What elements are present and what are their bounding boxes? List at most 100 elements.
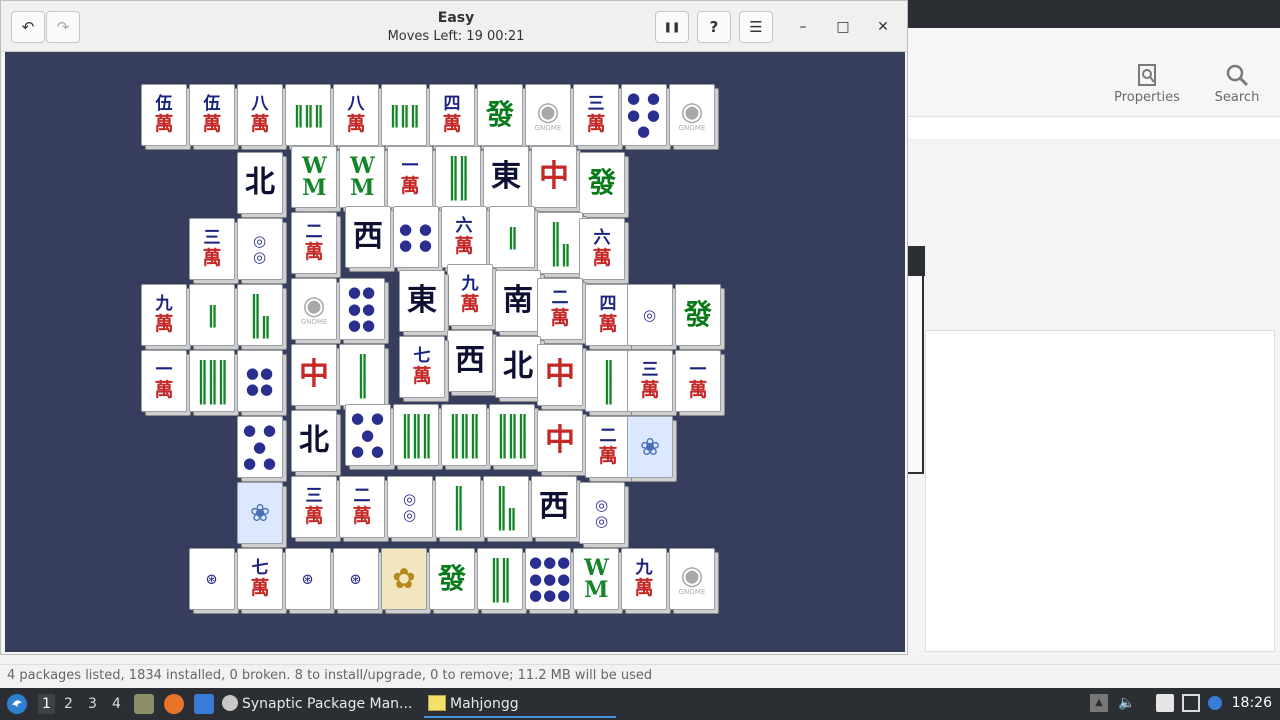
- workspace-1[interactable]: 1: [38, 694, 55, 714]
- tile-red[interactable]: 中: [291, 344, 343, 412]
- tile-wan[interactable]: 九萬: [141, 284, 193, 352]
- tile-dot[interactable]: ●● ●● ●●: [339, 278, 391, 346]
- tile-dot[interactable]: ◎ ◎: [237, 218, 289, 286]
- search-button[interactable]: Search: [1192, 62, 1280, 112]
- tile-dot[interactable]: ●● ●●: [237, 350, 289, 418]
- eject-icon[interactable]: ▲: [1090, 694, 1108, 712]
- firefox-icon[interactable]: [164, 694, 184, 714]
- tile-dot[interactable]: ● ● ● ● ●: [345, 404, 397, 472]
- tile-gnome[interactable]: ◉ GNOME: [669, 548, 721, 616]
- tile-red[interactable]: 中: [537, 410, 589, 478]
- tile-dot[interactable]: ◎ ◎: [387, 476, 439, 544]
- tile-bam[interactable]: ‖‖ ‖‖: [435, 146, 487, 214]
- tile-face: 三萬: [627, 350, 673, 412]
- tile-green[interactable]: 發: [579, 152, 631, 220]
- tile-dot[interactable]: ⊛: [333, 548, 385, 616]
- tile-wind[interactable]: 西: [531, 476, 583, 544]
- tile-symbol: ●● ●● ●●: [347, 283, 377, 335]
- workspace-2[interactable]: 2: [64, 696, 73, 712]
- task-synaptic[interactable]: Synaptic Package Man...: [222, 690, 418, 718]
- tile-wan[interactable]: 三萬: [189, 218, 241, 286]
- tile-dot[interactable]: ● ● ● ● ●: [237, 416, 289, 484]
- tile-green[interactable]: 發: [477, 84, 529, 152]
- close-button[interactable]: ✕: [871, 15, 895, 39]
- hint-button[interactable]: ?: [697, 11, 731, 43]
- tile-wan[interactable]: 二萬: [291, 212, 343, 280]
- tile-wan[interactable]: 二萬: [339, 476, 391, 544]
- tile-wind[interactable]: 東: [483, 146, 535, 214]
- tile-wind[interactable]: 北: [237, 152, 289, 220]
- tile-bam[interactable]: ‖ ‖: [435, 476, 487, 544]
- tile-bam[interactable]: ‖ ‖: [339, 344, 391, 412]
- task-mahjongg[interactable]: Mahjongg: [424, 690, 616, 718]
- tile-wan[interactable]: 八萬: [237, 84, 289, 152]
- tile-bam[interactable]: W M: [573, 548, 625, 616]
- tile-wan[interactable]: 三萬: [627, 350, 679, 418]
- properties-button[interactable]: Properties: [1102, 62, 1192, 112]
- tile-bam[interactable]: ‖‖‖ ‖‖‖: [393, 404, 445, 472]
- volume-icon[interactable]: 🔈: [1118, 694, 1136, 712]
- tile-wan[interactable]: 伍萬: [189, 84, 241, 152]
- menu-button[interactable]: ☰: [739, 11, 773, 43]
- network-icon[interactable]: [1182, 694, 1200, 712]
- tile-bam[interactable]: ‖‖‖: [285, 84, 337, 152]
- tile-wind[interactable]: 西: [345, 206, 397, 274]
- workspace-4[interactable]: 4: [112, 696, 121, 712]
- desktop-icon[interactable]: [194, 694, 214, 714]
- start-menu-icon[interactable]: [6, 693, 28, 715]
- tile-dot[interactable]: ⊛: [189, 548, 241, 616]
- tile-dot[interactable]: ◎ ◎: [579, 482, 631, 550]
- redo-button[interactable]: ↷: [46, 11, 80, 43]
- tile-dot[interactable]: ● ● ● ●: [393, 206, 445, 274]
- tile-wan[interactable]: 九萬: [621, 548, 673, 616]
- tile-season[interactable]: ❀: [237, 482, 289, 550]
- tile-dot[interactable]: ◎: [627, 284, 679, 352]
- tile-bam[interactable]: ‖: [189, 284, 241, 352]
- tile-wan[interactable]: 七萬: [399, 336, 451, 404]
- tile-wan[interactable]: 一萬: [387, 146, 439, 214]
- tile-bam[interactable]: ‖‖‖ ‖‖‖: [189, 350, 241, 418]
- tile-dot[interactable]: ⊛: [285, 548, 337, 616]
- tile-wan[interactable]: 九萬: [447, 264, 499, 332]
- tile-red[interactable]: 中: [537, 344, 589, 412]
- tile-green[interactable]: 發: [675, 284, 727, 352]
- tile-wan[interactable]: 三萬: [291, 476, 343, 544]
- tile-bam[interactable]: ‖‖ ‖‖: [477, 548, 529, 616]
- minimize-button[interactable]: –: [791, 15, 815, 39]
- tile-red[interactable]: 中: [531, 146, 583, 214]
- tile-bam[interactable]: ‖ ‖‖: [237, 284, 289, 352]
- tile-bam[interactable]: W M: [291, 146, 343, 214]
- tile-wan[interactable]: 七萬: [237, 548, 289, 616]
- tile-dot[interactable]: ●●● ●●● ●●●: [525, 548, 577, 616]
- pause-button[interactable]: ❚❚: [655, 11, 689, 43]
- tile-wind[interactable]: 東: [399, 270, 451, 338]
- tile-wan[interactable]: 三萬: [573, 84, 625, 152]
- tile-wind[interactable]: 西: [447, 330, 499, 398]
- tile-wan[interactable]: 一萬: [675, 350, 727, 418]
- tile-bam[interactable]: ‖ ‖‖: [483, 476, 535, 544]
- tile-gnome[interactable]: ◉ GNOME: [525, 84, 577, 152]
- tile-bam[interactable]: ‖‖‖: [381, 84, 433, 152]
- tile-green[interactable]: 發: [429, 548, 481, 616]
- tile-flower[interactable]: ✿: [381, 548, 433, 616]
- tile-bam[interactable]: W M: [339, 146, 391, 214]
- undo-button[interactable]: ↶: [11, 11, 45, 43]
- tile-bam[interactable]: ‖‖‖ ‖‖‖: [441, 404, 493, 472]
- tile-dot[interactable]: ● ● ● ● ●: [621, 84, 673, 152]
- tile-wan[interactable]: 四萬: [429, 84, 481, 152]
- tile-wan[interactable]: 八萬: [333, 84, 385, 152]
- maximize-button[interactable]: □: [831, 15, 855, 39]
- tile-wan[interactable]: 一萬: [141, 350, 193, 418]
- updates-icon[interactable]: [1208, 696, 1222, 710]
- workspace-3[interactable]: 3: [88, 696, 97, 712]
- tile-wan[interactable]: 六萬: [579, 218, 631, 286]
- tile-gnome[interactable]: ◉ GNOME: [669, 84, 721, 152]
- tile-season[interactable]: ❀: [627, 416, 679, 484]
- tile-bam[interactable]: ‖‖‖ ‖‖‖: [489, 404, 541, 472]
- tile-wan[interactable]: 伍萬: [141, 84, 193, 152]
- clipboard-icon[interactable]: [1156, 694, 1174, 712]
- game-board[interactable]: 伍萬伍萬八萬 ‖‖‖ 八萬 ‖‖‖ 四萬發 ◉ GNOME 三萬 ● ● ● ● ● ◉ GNOME…: [5, 52, 905, 652]
- file-manager-icon[interactable]: [134, 694, 154, 714]
- tile-gnome[interactable]: ◉ GNOME: [291, 278, 343, 346]
- tile-wind[interactable]: 北: [291, 410, 343, 478]
